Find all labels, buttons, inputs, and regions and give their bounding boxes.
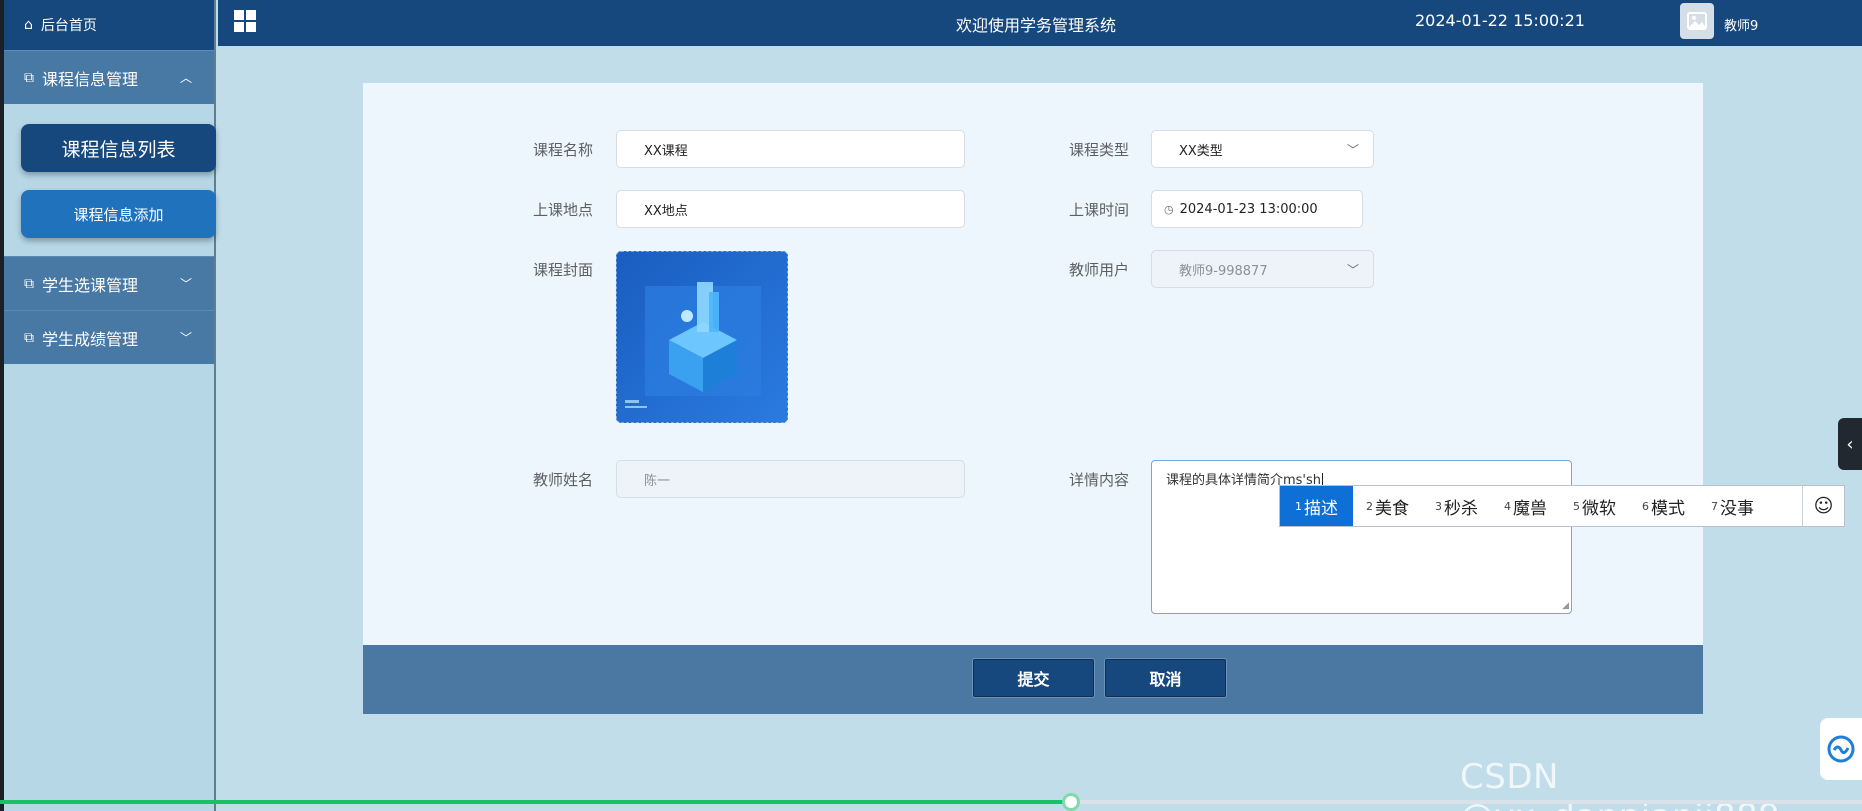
teacher-user-select: 教师9-998877 ﹀	[1151, 250, 1374, 288]
ime-candidate-text: 模式	[1651, 498, 1685, 519]
sidebar-item-label: 课程信息列表	[61, 138, 176, 161]
emoji-icon[interactable]: ☺	[1802, 486, 1844, 526]
home-icon: ⌂	[24, 17, 33, 33]
teacher-user-value: 教师9-998877	[1179, 263, 1268, 279]
video-progress-bar[interactable]	[0, 800, 1862, 804]
ime-candidate-text: 微软	[1582, 498, 1616, 519]
ime-candidate-number: 1	[1295, 499, 1302, 513]
course-form-card: 课程名称 XX课程 课程类型 XX类型 ﹀ 上课地点 XX地点 上课时间 ◷ 2…	[363, 83, 1703, 645]
ime-candidate[interactable]: 4 魔兽	[1491, 486, 1560, 526]
user-name[interactable]: 教师9	[1724, 15, 1758, 34]
app-screen: ⌂ 后台首页 ⧉ 课程信息管理 ︿ 课程信息列表 课程信息添加 ⧉ 学生选课管理…	[4, 0, 1862, 811]
image-icon	[1687, 12, 1707, 30]
teacher-name-value: 陈一	[644, 473, 671, 489]
sidebar-group-course-selection[interactable]: ⧉ 学生选课管理 ﹀	[4, 256, 214, 310]
chevron-left-icon[interactable]: ‹	[1838, 418, 1862, 470]
cancel-button[interactable]: 取消	[1105, 659, 1226, 697]
resize-handle-icon[interactable]: ◢	[1562, 601, 1569, 611]
video-progress-knob[interactable]	[1061, 793, 1080, 811]
ime-candidate-bar: 1 描述 2 美食 3 秒杀 4 魔兽 5 微软 6 模式 7 没事 ☺	[1279, 485, 1845, 527]
ime-candidate[interactable]: 6 模式	[1629, 486, 1698, 526]
sidebar-item-label: 课程信息添加	[73, 205, 164, 224]
teacher-name-label: 教师姓名	[533, 471, 594, 489]
menu-icon: ⧉	[24, 275, 34, 292]
teacher-name-input: 陈一	[616, 460, 965, 498]
sidebar-home[interactable]: ⌂ 后台首页	[4, 0, 214, 50]
current-datetime: 2024-01-22 15:00:21	[1415, 11, 1585, 30]
course-type-label: 课程类型	[1069, 141, 1130, 159]
course-type-value: XX类型	[1179, 143, 1223, 159]
cover-image-upload[interactable]	[616, 251, 788, 423]
ime-candidate-text: 秒杀	[1444, 498, 1478, 519]
class-time-value: 2024-01-23 13:00:00	[1179, 201, 1318, 217]
ime-candidate-number: 5	[1573, 499, 1580, 513]
ime-candidate-text: 美食	[1375, 498, 1409, 519]
clock-icon: ◷	[1164, 202, 1174, 216]
ime-candidate-number: 6	[1642, 499, 1649, 513]
sidebar-group-grades[interactable]: ⧉ 学生成绩管理 ﹀	[4, 310, 214, 364]
sidebar-item-course-list[interactable]: 课程信息列表	[21, 124, 216, 172]
class-time-label: 上课时间	[1069, 201, 1130, 219]
ime-candidate[interactable]: 5 微软	[1560, 486, 1629, 526]
page-title: 欢迎使用学务管理系统	[956, 16, 1117, 35]
details-label: 详情内容	[1069, 471, 1130, 489]
ime-candidate-text: 没事	[1720, 498, 1754, 519]
cover-label: 课程封面	[533, 261, 594, 279]
teacher-user-label: 教师用户	[1069, 261, 1130, 279]
sidebar-item-course-add[interactable]: 课程信息添加	[21, 190, 216, 238]
chevron-up-icon: ︿	[179, 71, 192, 85]
course-name-input[interactable]: XX课程	[616, 130, 965, 168]
ime-candidate[interactable]: 1 描述	[1280, 486, 1353, 526]
chevron-down-icon: ﹀	[1346, 143, 1359, 157]
menu-icon: ⧉	[24, 69, 34, 86]
chevron-down-icon: ﹀	[1346, 263, 1359, 277]
chevron-down-icon: ﹀	[179, 277, 192, 291]
course-name-value: XX课程	[644, 143, 688, 159]
ime-candidate-number: 4	[1504, 499, 1511, 513]
ime-candidate-number: 3	[1435, 499, 1442, 513]
sidebar: ⌂ 后台首页 ⧉ 课程信息管理 ︿ 课程信息列表 课程信息添加 ⧉ 学生选课管理…	[4, 0, 216, 811]
submit-button[interactable]: 提交	[973, 659, 1094, 697]
location-value: XX地点	[644, 203, 688, 219]
chevron-down-icon: ﹀	[179, 331, 192, 345]
course-type-select[interactable]: XX类型 ﹀	[1151, 130, 1374, 168]
ime-candidate-text: 魔兽	[1513, 498, 1547, 519]
top-bar: 欢迎使用学务管理系统 2024-01-22 15:00:21 教师9	[218, 0, 1862, 46]
sidebar-group-label: 课程信息管理	[42, 69, 139, 89]
ime-candidate[interactable]: 2 美食	[1353, 486, 1422, 526]
details-textarea[interactable]: 课程的具体详情简介ms'sh ◢	[1151, 460, 1572, 614]
ime-candidate-text: 描述	[1304, 498, 1338, 519]
ime-candidate-number: 2	[1366, 499, 1373, 513]
course-name-label: 课程名称	[533, 141, 594, 159]
form-actions-bar: 提交 取消	[363, 645, 1703, 714]
video-progress-fill	[0, 800, 1071, 804]
sidebar-submenu: 课程信息列表 课程信息添加	[4, 104, 216, 256]
location-label: 上课地点	[533, 201, 594, 219]
class-time-picker[interactable]: ◷ 2024-01-23 13:00:00	[1151, 190, 1363, 228]
ime-candidate-number: 7	[1711, 499, 1718, 513]
menu-icon: ⧉	[24, 329, 34, 346]
sidebar-home-label: 后台首页	[40, 18, 97, 34]
location-input[interactable]: XX地点	[616, 190, 965, 228]
ime-candidate[interactable]: 3 秒杀	[1422, 486, 1491, 526]
sidebar-group-label: 学生成绩管理	[42, 329, 139, 349]
ime-candidate[interactable]: 7 没事	[1698, 486, 1767, 526]
sidebar-group-course-info[interactable]: ⧉ 课程信息管理 ︿	[4, 50, 214, 104]
sidebar-group-label: 学生选课管理	[42, 275, 139, 295]
cover-image	[617, 252, 787, 422]
grid-menu-icon[interactable]	[234, 10, 256, 32]
avatar[interactable]	[1680, 3, 1714, 39]
